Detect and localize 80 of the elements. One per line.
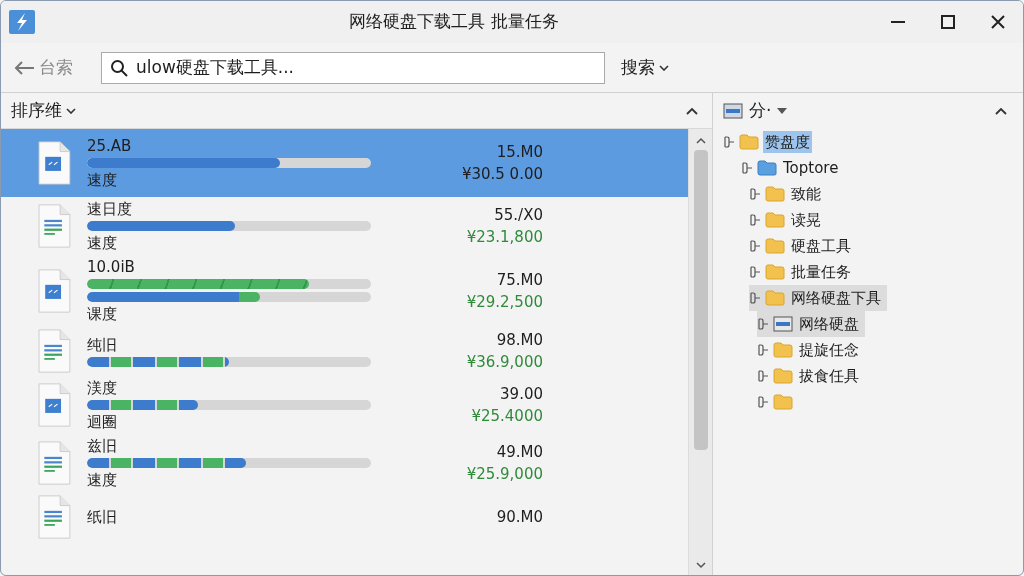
expand-icon[interactable] bbox=[749, 240, 761, 252]
search-button[interactable]: 搜索 bbox=[621, 54, 669, 81]
expand-icon[interactable] bbox=[757, 396, 769, 408]
amount-text: ¥25.9,000 bbox=[466, 464, 543, 484]
file-size: 98.M0 bbox=[496, 330, 543, 350]
amount-text: ¥23.1,800 bbox=[466, 227, 543, 247]
speed-label: 迴圈 bbox=[87, 413, 118, 431]
download-row[interactable]: 速日度 速度 55./X0 ¥23.1,800 bbox=[1, 197, 688, 255]
download-row[interactable]: 纯旧 98.M0 ¥36.9,000 bbox=[1, 326, 688, 376]
download-row[interactable]: 渼度 迴圈 39.00 ¥25.4000 bbox=[1, 376, 688, 434]
download-row[interactable]: 25.AB 速度 15.M0 ¥30.5 0.00 bbox=[1, 129, 688, 197]
tree-item[interactable]: Toptore bbox=[781, 156, 841, 180]
speed-label: 速度 bbox=[87, 171, 118, 189]
file-name: 渼度 bbox=[87, 379, 118, 397]
document-icon bbox=[37, 495, 71, 539]
tree-item[interactable]: 提旋任念 bbox=[797, 338, 861, 362]
download-row[interactable]: 兹旧 速度 49.M0 ¥25.9,000 bbox=[1, 434, 688, 492]
minimize-icon bbox=[891, 21, 905, 23]
tree-item[interactable]: 批量任务 bbox=[789, 260, 853, 284]
document-icon bbox=[37, 441, 71, 485]
search-input[interactable]: ulow硬盘下载工具... bbox=[136, 54, 596, 81]
document-icon bbox=[37, 141, 71, 185]
expand-icon[interactable] bbox=[723, 136, 735, 148]
tree-item[interactable]: 赞盘度 bbox=[763, 130, 812, 154]
file-size: 90.M0 bbox=[496, 507, 543, 527]
window-title: 网络硬盘下载工具 批量任务 bbox=[349, 10, 559, 34]
close-icon bbox=[991, 15, 1005, 29]
tree-item[interactable]: 致能 bbox=[789, 182, 823, 206]
sort-dropdown[interactable]: 排序维 bbox=[11, 97, 76, 124]
caret-icon bbox=[777, 108, 788, 114]
collapse-icon[interactable] bbox=[995, 107, 1007, 115]
file-size: 55./X0 bbox=[494, 205, 543, 225]
app-logo-icon bbox=[9, 10, 35, 34]
expand-icon[interactable] bbox=[757, 370, 769, 382]
file-name: 25.AB bbox=[87, 137, 133, 155]
tree-item[interactable]: 硬盘工具 bbox=[789, 234, 853, 258]
drive-icon bbox=[773, 316, 793, 332]
speed-label: 速度 bbox=[87, 234, 118, 252]
file-name: 兹旧 bbox=[87, 437, 118, 455]
tree-item[interactable]: 拔食任具 bbox=[797, 364, 861, 388]
file-name: 纸旧 bbox=[87, 508, 118, 526]
expand-icon[interactable] bbox=[749, 214, 761, 226]
file-name: 速日度 bbox=[87, 200, 133, 218]
search-box[interactable]: ulow硬盘下载工具... bbox=[101, 51, 605, 84]
caret-icon bbox=[66, 107, 76, 114]
tree-item[interactable]: 读晃 bbox=[789, 208, 823, 232]
file-size: 75.M0 bbox=[496, 269, 543, 290]
amount-text: ¥25.4000 bbox=[471, 406, 543, 426]
amount-text: ¥29.2,500 bbox=[466, 291, 543, 312]
tree-view-dropdown[interactable]: 分· bbox=[749, 98, 788, 124]
download-row[interactable]: 10.0iB 课度 75.M0 ¥29.2,500 bbox=[1, 255, 688, 326]
document-icon bbox=[37, 383, 71, 427]
expand-icon[interactable] bbox=[749, 188, 761, 200]
document-icon bbox=[37, 329, 71, 373]
maximize-icon bbox=[941, 15, 955, 29]
file-name: 10.0iB bbox=[87, 258, 136, 276]
scroll-thumb[interactable] bbox=[693, 150, 708, 450]
speed-label: 速度 bbox=[87, 471, 118, 489]
caret-icon bbox=[659, 64, 669, 71]
expand-icon[interactable] bbox=[757, 344, 769, 356]
file-size: 49.M0 bbox=[496, 442, 543, 462]
amount-text: ¥36.9,000 bbox=[466, 352, 543, 372]
amount-text: ¥30.5 0.00 bbox=[461, 164, 543, 184]
scroll-up-icon[interactable] bbox=[695, 137, 706, 144]
file-size: 15.M0 bbox=[496, 142, 543, 162]
document-icon bbox=[37, 204, 71, 248]
document-icon bbox=[37, 268, 71, 313]
expand-icon[interactable] bbox=[749, 266, 761, 278]
file-name: 纯旧 bbox=[87, 335, 118, 354]
search-icon bbox=[110, 58, 128, 77]
expand-icon[interactable] bbox=[757, 318, 769, 330]
scroll-down-icon[interactable] bbox=[695, 562, 706, 569]
download-row[interactable]: 纸旧 90.M0 bbox=[1, 492, 688, 542]
scrollbar[interactable] bbox=[688, 129, 712, 575]
speed-label: 课度 bbox=[87, 305, 118, 323]
file-size: 39.00 bbox=[500, 384, 543, 404]
collapse-icon[interactable] bbox=[686, 106, 698, 115]
expand-icon[interactable] bbox=[741, 162, 753, 174]
expand-icon[interactable] bbox=[749, 292, 761, 304]
back-arrow-icon bbox=[13, 59, 35, 76]
